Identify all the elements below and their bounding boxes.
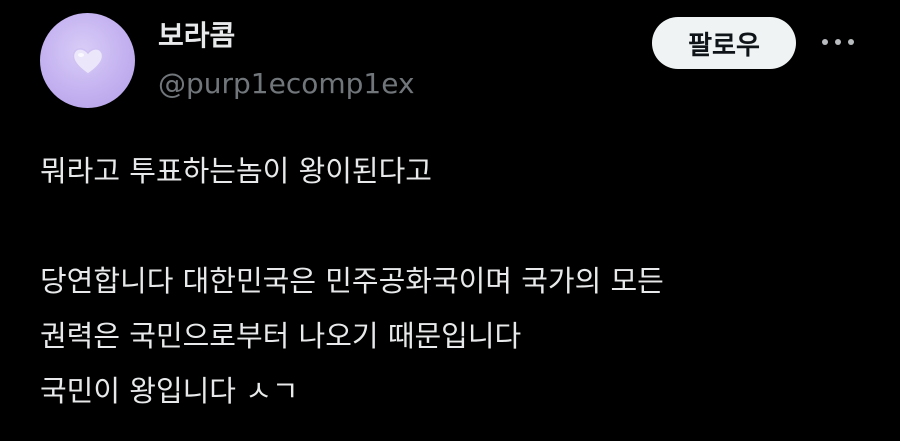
avatar[interactable] bbox=[40, 13, 135, 108]
more-horizontal-icon bbox=[822, 39, 854, 45]
tweet-line: 당연합니다 대한민국은 민주공화국이며 국가의 모든 bbox=[40, 264, 664, 298]
heart-icon bbox=[72, 47, 103, 75]
tweet-line: 국민이 왕입니다 ㅅㄱ bbox=[40, 374, 299, 408]
more-button[interactable] bbox=[818, 24, 858, 60]
tweet-line: 권력은 국민으로부터 나오기 때문입니다 bbox=[40, 319, 522, 353]
tweet-text: 뭐라고 투표하는놈이 왕이된다고 당연합니다 대한민국은 민주공화국이며 국가의… bbox=[40, 144, 880, 419]
display-name[interactable]: 보라콤 bbox=[158, 18, 235, 54]
tweet-line: 뭐라고 투표하는놈이 왕이된다고 bbox=[40, 154, 432, 188]
follow-button[interactable]: 팔로우 bbox=[652, 17, 796, 69]
user-handle[interactable]: @purp1ecomp1ex bbox=[158, 66, 415, 102]
